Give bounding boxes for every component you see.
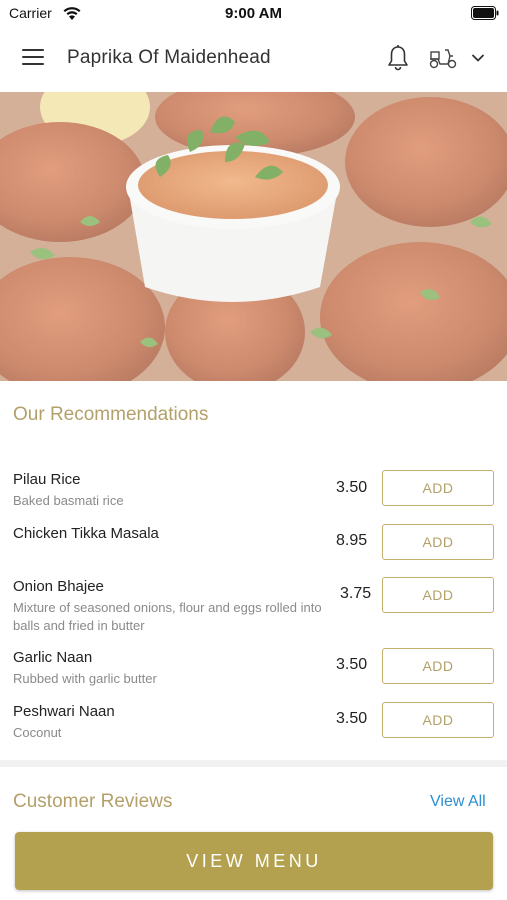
item-price: 3.50 (336, 656, 368, 673)
item-price: 3.50 (336, 710, 368, 727)
hero-image (0, 92, 507, 381)
item-description: Baked basmati rice (13, 493, 124, 508)
add-button[interactable]: ADD (382, 524, 494, 560)
status-bar: Carrier 9:00 AM (0, 0, 507, 28)
battery-icon (471, 6, 499, 20)
bell-icon[interactable] (386, 44, 410, 72)
reviews-title: Customer Reviews (13, 791, 173, 812)
add-button[interactable]: ADD (382, 470, 494, 506)
view-menu-button[interactable]: VIEW MENU (15, 832, 493, 890)
item-name: Onion Bhajee (13, 578, 104, 595)
menu-icon[interactable] (22, 49, 46, 69)
item-description: Rubbed with garlic butter (13, 671, 157, 686)
item-description: Coconut (13, 725, 62, 740)
item-name: Pilau Rice (13, 471, 81, 488)
app-header: Paprika Of Maidenhead (0, 28, 507, 92)
item-price: 3.50 (336, 479, 368, 496)
chevron-down-icon[interactable] (470, 50, 486, 66)
delivery-scooter-icon[interactable] (428, 47, 458, 69)
recommendations-title: Our Recommendations (13, 404, 209, 425)
restaurant-title: Paprika Of Maidenhead (67, 47, 271, 68)
item-name: Chicken Tikka Masala (13, 525, 159, 542)
food-photo (0, 92, 507, 381)
item-price: 8.95 (336, 532, 368, 549)
add-button[interactable]: ADD (382, 648, 494, 684)
item-price: 3.75 (340, 585, 372, 602)
item-name: Garlic Naan (13, 649, 93, 666)
section-divider (0, 760, 507, 767)
item-description: Mixture of seasoned onions, flour and eg… (13, 600, 322, 633)
add-button[interactable]: ADD (382, 577, 494, 613)
item-name: Peshwari Naan (13, 703, 115, 720)
add-button[interactable]: ADD (382, 702, 494, 738)
view-all-reviews-link[interactable]: View All (430, 793, 486, 811)
status-time: 9:00 AM (225, 5, 282, 22)
